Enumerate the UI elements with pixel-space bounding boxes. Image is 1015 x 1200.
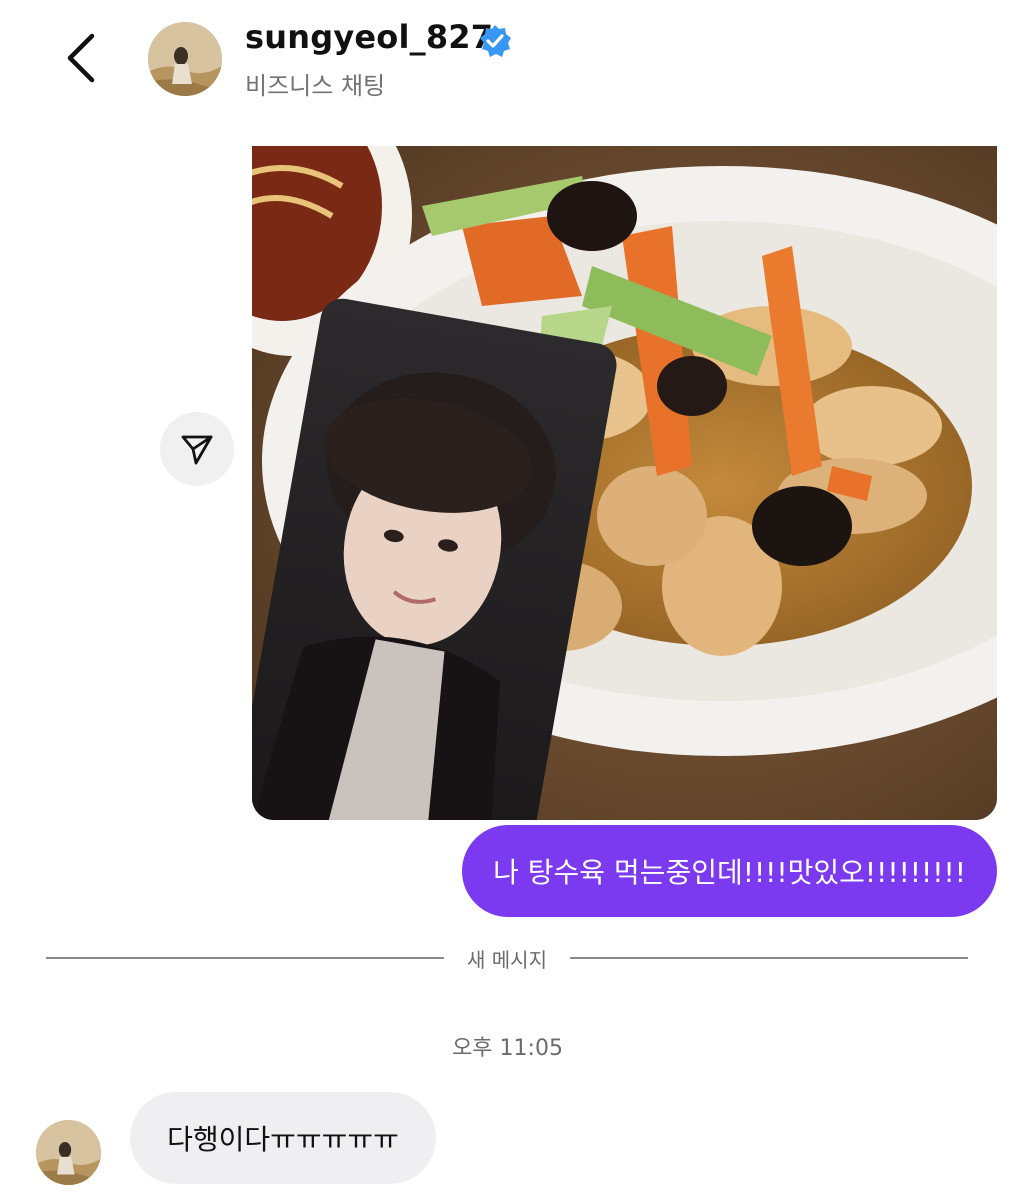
received-message-text: 다행이다ㅠㅠㅠㅠㅠ [167, 1123, 399, 1156]
sent-message-bubble[interactable]: 나 탕수육 먹는중인데!!!!맛있오!!!!!!!!! [462, 825, 997, 917]
verified-badge-icon [480, 25, 511, 57]
send-icon [181, 435, 213, 465]
sent-message-text: 나 탕수육 먹는중인데!!!!맛있오!!!!!!!!! [493, 856, 966, 889]
shared-photo[interactable] [252, 146, 997, 820]
sender-avatar[interactable] [36, 1120, 101, 1185]
divider-line-left [46, 957, 444, 959]
back-button[interactable] [58, 28, 108, 88]
chat-type-label: 비즈니스 채팅 [245, 72, 386, 100]
new-messages-divider: 새 메시지 [467, 948, 547, 972]
message-timestamp: 오후 11:05 [452, 1036, 563, 1061]
share-button[interactable] [160, 412, 234, 486]
divider-line-right [570, 957, 968, 959]
username[interactable]: sungyeol_827 [245, 18, 493, 56]
chat-header: sungyeol_827 비즈니스 채팅 [0, 0, 1015, 145]
received-message-bubble[interactable]: 다행이다ㅠㅠㅠㅠㅠ [130, 1092, 436, 1184]
avatar[interactable] [148, 22, 222, 96]
chevron-left-icon [67, 33, 95, 83]
